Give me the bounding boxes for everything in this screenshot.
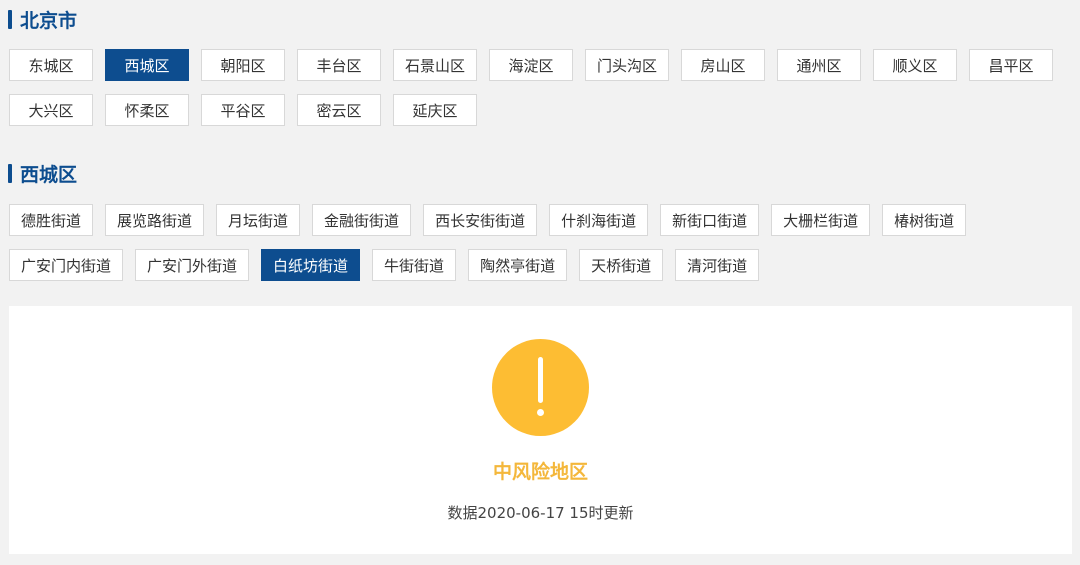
- district-button[interactable]: 大兴区: [9, 94, 93, 126]
- street-button[interactable]: 展览路街道: [105, 204, 205, 236]
- street-button[interactable]: 牛街街道: [372, 249, 457, 281]
- district-button-selected[interactable]: 西城区: [105, 49, 189, 81]
- street-button[interactable]: 广安门外街道: [135, 249, 250, 281]
- street-button[interactable]: 清河街道: [675, 249, 760, 281]
- risk-level-label: 中风险地区: [492, 461, 588, 483]
- district-title: 西城区: [20, 164, 78, 186]
- district-button[interactable]: 石景山区: [393, 49, 477, 81]
- exclamation-line: [538, 357, 543, 403]
- street-button-selected[interactable]: 白纸坊街道: [261, 249, 361, 281]
- district-button[interactable]: 延庆区: [393, 94, 477, 126]
- district-section-title: 西城区: [8, 160, 77, 187]
- street-button[interactable]: 德胜街道: [9, 204, 94, 236]
- district-row-2: 大兴区 怀柔区 平谷区 密云区 延庆区: [9, 94, 489, 126]
- title-accent-bar: [8, 164, 12, 183]
- update-timestamp: 数据2020-06-17 15时更新: [447, 504, 634, 522]
- district-button[interactable]: 房山区: [681, 49, 765, 81]
- street-row-1: 德胜街道 展览路街道 月坛街道 金融街街道 西长安街街道 什刹海街道 新街口街道…: [9, 204, 978, 236]
- street-button[interactable]: 大栅栏街道: [771, 204, 871, 236]
- district-button[interactable]: 昌平区: [969, 49, 1053, 81]
- district-row-1: 东城区 西城区 朝阳区 丰台区 石景山区 海淀区 门头沟区 房山区 通州区 顺义…: [9, 49, 1065, 81]
- street-button[interactable]: 月坛街道: [216, 204, 301, 236]
- district-button[interactable]: 顺义区: [873, 49, 957, 81]
- risk-result-card: 中风险地区 数据2020-06-17 15时更新: [9, 306, 1072, 554]
- city-section-title: 北京市: [8, 6, 77, 33]
- street-button[interactable]: 新街口街道: [660, 204, 760, 236]
- exclamation-dot: [537, 409, 544, 416]
- district-button[interactable]: 海淀区: [489, 49, 573, 81]
- district-button[interactable]: 平谷区: [201, 94, 285, 126]
- district-button[interactable]: 怀柔区: [105, 94, 189, 126]
- district-button[interactable]: 东城区: [9, 49, 93, 81]
- street-button[interactable]: 陶然亭街道: [468, 249, 568, 281]
- warning-exclamation-icon: [492, 339, 589, 436]
- district-button[interactable]: 门头沟区: [585, 49, 669, 81]
- street-button[interactable]: 金融街街道: [312, 204, 412, 236]
- city-title: 北京市: [20, 10, 78, 32]
- district-button[interactable]: 密云区: [297, 94, 381, 126]
- street-button[interactable]: 天桥街道: [579, 249, 664, 281]
- title-accent-bar: [8, 10, 12, 29]
- district-button[interactable]: 通州区: [777, 49, 861, 81]
- district-button[interactable]: 丰台区: [297, 49, 381, 81]
- street-button[interactable]: 椿树街道: [882, 204, 967, 236]
- district-button[interactable]: 朝阳区: [201, 49, 285, 81]
- street-row-2: 广安门内街道 广安门外街道 白纸坊街道 牛街街道 陶然亭街道 天桥街道 清河街道: [9, 249, 771, 281]
- street-button[interactable]: 什刹海街道: [549, 204, 649, 236]
- street-button[interactable]: 广安门内街道: [9, 249, 124, 281]
- street-button[interactable]: 西长安街街道: [423, 204, 538, 236]
